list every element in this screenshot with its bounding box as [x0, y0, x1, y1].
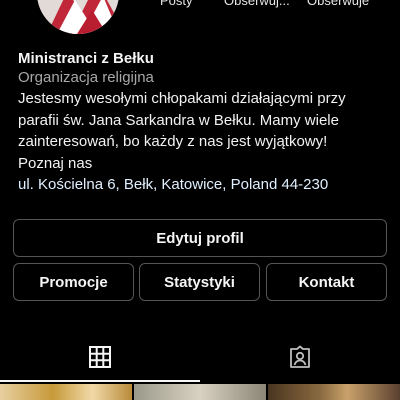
contact-button[interactable]: Kontakt [266, 263, 387, 301]
posts-stat-label[interactable]: Posty [160, 0, 193, 8]
profile-category: Organizacja religijna [18, 69, 154, 86]
bio-line: parafii św. Jana Sarkandra w Bełku. Mamy… [18, 111, 339, 129]
post-thumbnail[interactable] [268, 384, 400, 400]
profile-address-link[interactable]: ul. Kościelna 6, Bełk, Katowice, Poland … [18, 174, 388, 196]
promotions-button[interactable]: Promocje [13, 263, 134, 301]
avatar-image [37, 0, 119, 34]
statistics-button[interactable]: Statystyki [139, 263, 260, 301]
profile-tabs [0, 333, 400, 382]
followers-stat-label[interactable]: Obserwuj... [224, 0, 302, 8]
active-tab-indicator [0, 380, 200, 382]
bio-line: zainteresowań, bo każdy z nas jest wyjąt… [18, 133, 328, 150]
post-thumbnail[interactable] [0, 384, 132, 400]
following-stat-label[interactable]: Obserwuje [307, 0, 369, 8]
profile-avatar[interactable] [37, 0, 119, 34]
edit-profile-button[interactable]: Edytuj profil [13, 219, 387, 257]
tab-posts-grid[interactable] [0, 333, 200, 381]
tab-tagged[interactable] [200, 333, 400, 381]
post-thumbnail[interactable] [134, 384, 266, 400]
profile-name: Ministranci z Bełku [18, 50, 154, 67]
bio-line: Poznaj nas [18, 154, 93, 172]
profile-stats: Posty Obserwuj... Obserwuje [150, 0, 400, 13]
grid-icon [89, 346, 111, 368]
posts-grid [0, 384, 400, 400]
bio-line: Jestesmy wesołymi chłopakami działającym… [18, 90, 346, 107]
tagged-person-icon [290, 345, 310, 368]
profile-bio: Ministranci z Bełku Organizacja religijn… [18, 49, 388, 196]
